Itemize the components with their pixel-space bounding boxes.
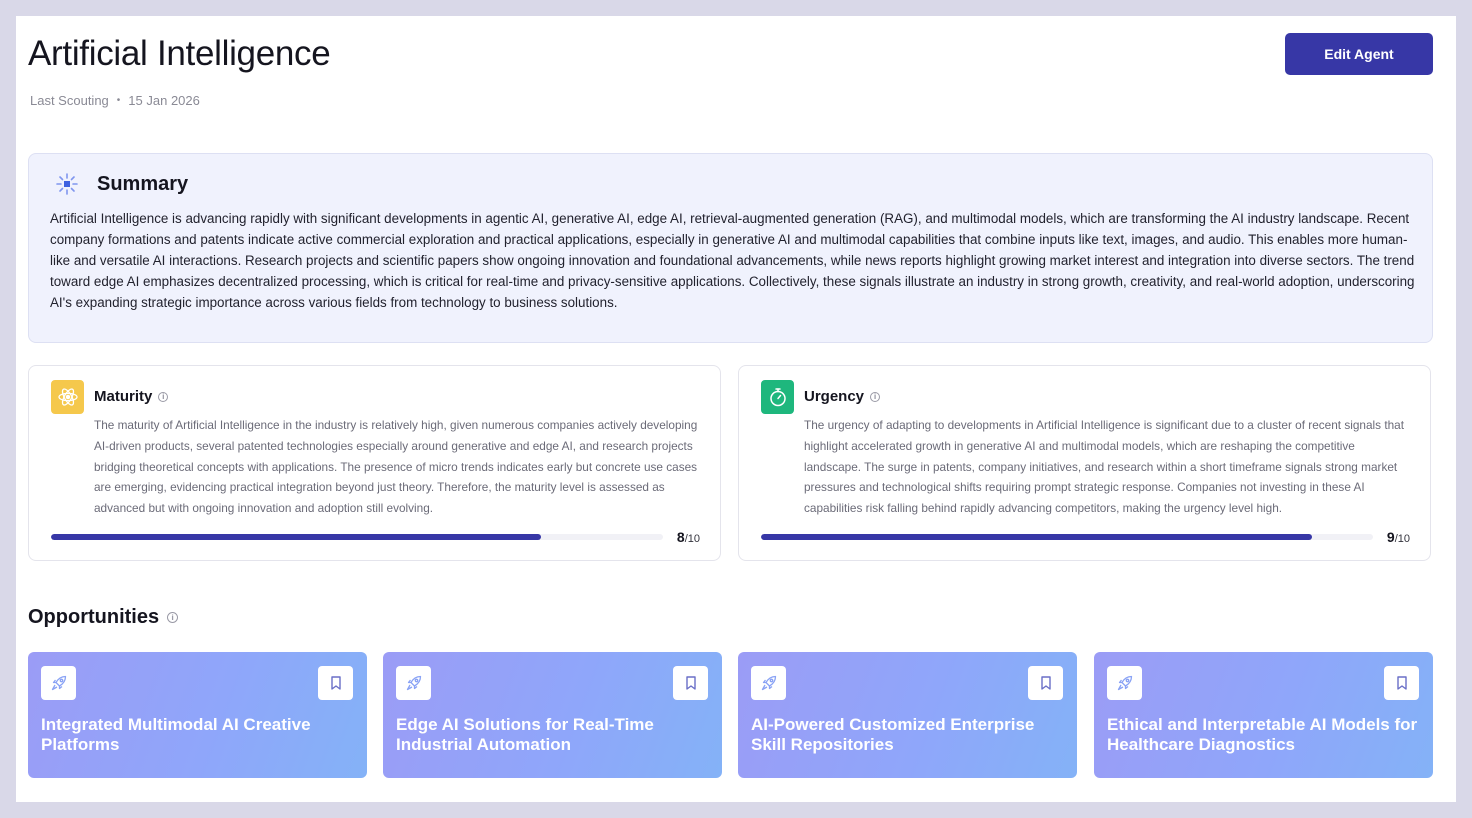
opportunity-title: Integrated Multimodal AI Creative Platfo…: [41, 715, 311, 754]
page-title: Artificial Intelligence: [28, 34, 331, 73]
maturity-label: Maturity: [94, 388, 153, 405]
last-scouting-date: 15 Jan 2026: [128, 93, 200, 108]
bookmark-icon[interactable]: [673, 666, 708, 700]
summary-header: Summary: [55, 172, 188, 196]
rocket-icon: [41, 666, 76, 700]
urgency-progress-bar: [761, 534, 1373, 540]
maturity-description: The maturity of Artificial Intelligence …: [94, 418, 698, 516]
urgency-title: Urgency i: [804, 388, 881, 405]
rocket-icon: [751, 666, 786, 700]
edit-agent-button[interactable]: Edit Agent: [1285, 33, 1433, 75]
rocket-icon: [396, 666, 431, 700]
summary-card: Summary Artificial Intelligence is advan…: [28, 153, 1433, 343]
urgency-score-value: 9: [1386, 529, 1395, 545]
opportunity-title: AI-Powered Customized Enterprise Skill R…: [751, 715, 1035, 754]
maturity-score-max: /10: [684, 533, 700, 545]
opportunity-card[interactable]: Ethical and Interpretable AI Models for …: [1094, 652, 1433, 778]
opportunities-title: Opportunities: [28, 606, 160, 628]
summary-text: Artificial Intelligence is advancing rap…: [50, 211, 1415, 310]
bookmark-icon[interactable]: [1028, 666, 1063, 700]
urgency-score-max: /10: [1394, 533, 1410, 545]
sparkle-burst-icon: [55, 172, 79, 196]
maturity-score-value: 8: [676, 529, 685, 545]
last-scouting-label: Last Scouting: [30, 93, 109, 108]
opportunities-heading: Opportunities i: [28, 606, 179, 629]
urgency-description: The urgency of adapting to developments …: [804, 418, 1405, 516]
atom-icon: [51, 380, 84, 414]
opportunity-card[interactable]: Integrated Multimodal AI Creative Platfo…: [28, 652, 367, 778]
info-icon[interactable]: i: [158, 391, 169, 402]
urgency-label: Urgency: [804, 388, 865, 405]
urgency-progress-fill: [761, 534, 1312, 540]
info-icon[interactable]: i: [870, 391, 881, 402]
opportunity-title: Edge AI Solutions for Real-Time Industri…: [396, 715, 654, 754]
opportunity-card[interactable]: Edge AI Solutions for Real-Time Industri…: [383, 652, 722, 778]
stopwatch-icon: [761, 380, 794, 414]
main-panel: Artificial Intelligence Last Scouting • …: [16, 16, 1456, 802]
opportunity-title: Ethical and Interpretable AI Models for …: [1107, 715, 1418, 754]
maturity-progress-fill: [51, 534, 541, 540]
urgency-card: Urgency i The urgency of adapting to dev…: [738, 365, 1431, 561]
maturity-card: Maturity i The maturity of Artificial In…: [28, 365, 721, 561]
urgency-score: 9/10: [1387, 529, 1410, 545]
maturity-progress-bar: [51, 534, 663, 540]
maturity-score: 8/10: [677, 529, 700, 545]
meta-separator: •: [116, 95, 121, 106]
rocket-icon: [1107, 666, 1142, 700]
last-scouting-meta: Last Scouting • 15 Jan 2026: [30, 93, 200, 108]
bookmark-icon[interactable]: [1384, 666, 1419, 700]
info-icon[interactable]: i: [167, 612, 179, 623]
opportunity-card[interactable]: AI-Powered Customized Enterprise Skill R…: [738, 652, 1077, 778]
summary-title: Summary: [97, 172, 189, 195]
bookmark-icon[interactable]: [318, 666, 353, 700]
maturity-title: Maturity i: [94, 388, 169, 405]
